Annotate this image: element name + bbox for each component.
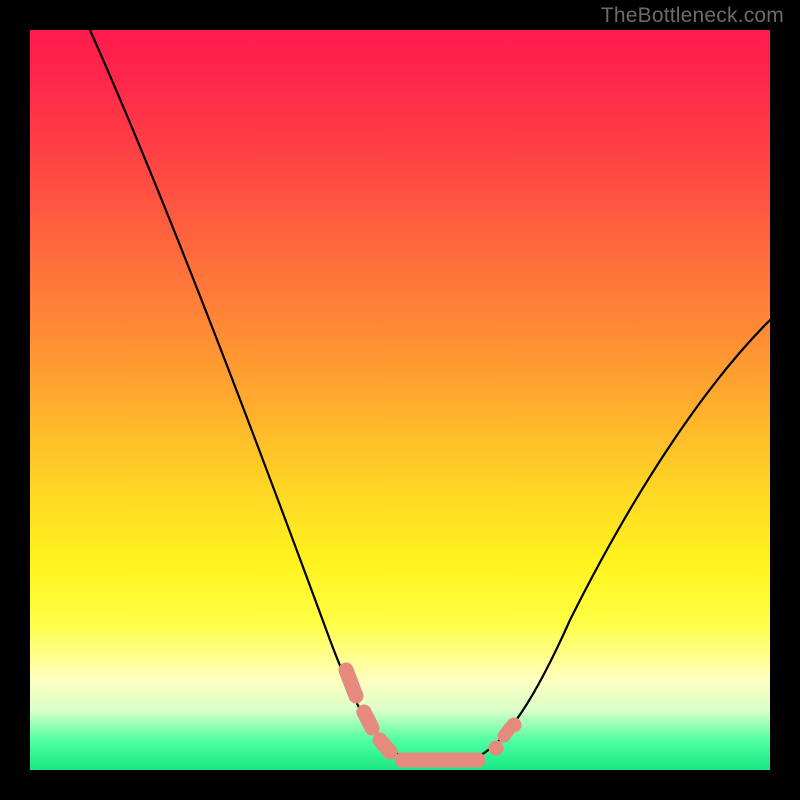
plot-area <box>30 30 770 770</box>
watermark-text: TheBottleneck.com <box>601 4 784 28</box>
trough-marker-group <box>346 670 522 760</box>
bottleneck-curve-path <box>90 30 770 760</box>
bottleneck-curve-svg <box>30 30 770 770</box>
chart-frame: TheBottleneck.com <box>0 0 800 800</box>
